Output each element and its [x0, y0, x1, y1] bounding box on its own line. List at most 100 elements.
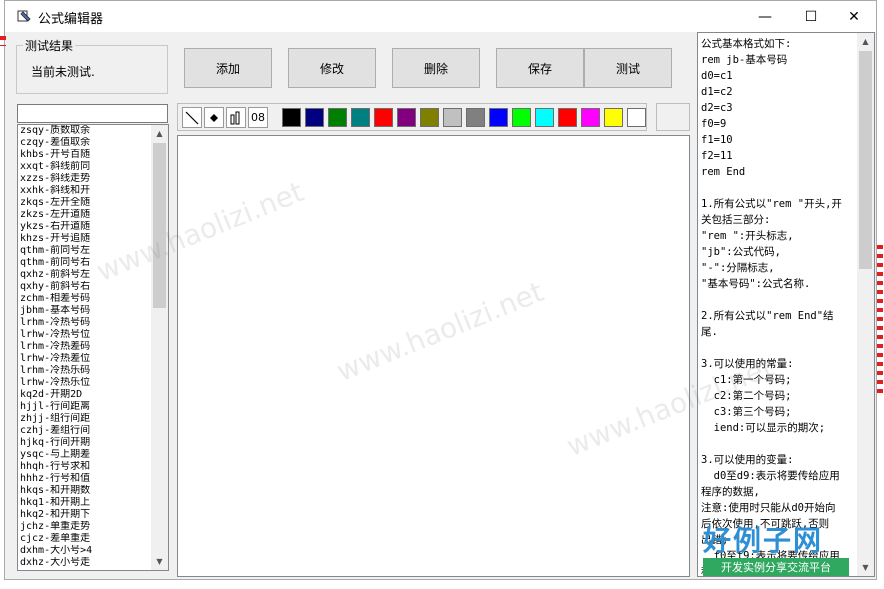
formula-list-item[interactable]: jbhm-基本号码	[20, 305, 150, 317]
number-tool[interactable]: 08	[248, 107, 268, 128]
formula-list-item[interactable]: ykzs-右开道随	[20, 221, 150, 233]
formula-list-item[interactable]: ysqc-与上期差	[20, 449, 150, 461]
color-swatch[interactable]	[397, 108, 416, 127]
scroll-thumb[interactable]	[153, 143, 166, 308]
help-line	[701, 436, 855, 452]
formula-list-item[interactable]: zhjj-组行间距	[20, 413, 150, 425]
formula-list-item[interactable]: cjcz-差单重走	[20, 533, 150, 545]
help-line: "rem ":开头标志,	[701, 230, 794, 242]
formula-list-item[interactable]: kq2d-开期2D	[20, 389, 150, 401]
formula-list-item[interactable]: dxhm-大小号>4	[20, 545, 150, 557]
help-line: f0=9	[701, 118, 727, 130]
add-button[interactable]: 添加	[184, 48, 272, 88]
color-swatch[interactable]	[420, 108, 439, 127]
help-text-panel[interactable]: 公式基本格式如下: rem jb-基本号码 d0=c1 d1=c2 d2=c3 f0=9 f…	[697, 32, 875, 577]
help-scroll-thumb[interactable]	[859, 51, 872, 269]
formula-list-item[interactable]: xzzs-斜线走势	[20, 173, 150, 185]
color-swatch[interactable]	[466, 108, 485, 127]
help-line: d0=c1	[701, 70, 733, 82]
formula-list-item[interactable]: jchz-单重走势	[20, 521, 150, 533]
formula-list-item[interactable]: qxhz-前斜号左	[20, 269, 150, 281]
formula-editor-window: 公式编辑器 — ☐ ✕ 测试结果 当前未测试. 添加 修改 删除 保存 测试 z…	[4, 0, 877, 580]
test-result-title: 测试结果	[23, 37, 76, 54]
delete-button[interactable]: 删除	[392, 48, 480, 88]
bar-tool-icon[interactable]	[226, 107, 246, 128]
formula-list-item[interactable]: khzs-开号追随	[20, 233, 150, 245]
scroll-up-icon[interactable]: ▲	[151, 125, 168, 142]
help-scroll-up-icon[interactable]: ▲	[857, 33, 874, 50]
color-swatch[interactable]	[627, 108, 646, 127]
formula-list-item[interactable]: qthm-前同号左	[20, 245, 150, 257]
formula-list-item[interactable]: zkzs-左开道随	[20, 209, 150, 221]
formula-list-item[interactable]: hkq2-和开期下	[20, 509, 150, 521]
help-line: rem End	[701, 166, 746, 178]
formula-list-item[interactable]: czqy-差值取余	[20, 137, 150, 149]
color-swatch[interactable]	[558, 108, 577, 127]
scroll-down-icon[interactable]: ▼	[151, 553, 168, 570]
help-line: 2.所有公式以"rem End"结	[701, 310, 834, 322]
formula-list-items: zsqy-质数取余 czqy-差值取余 khbs-开号百随 xxqt-斜线前同 xzzs…	[20, 125, 150, 569]
line-tool-icon[interactable]	[182, 107, 202, 128]
save-button[interactable]: 保存	[496, 48, 584, 88]
maximize-button[interactable]: ☐	[788, 1, 834, 32]
formula-list-item[interactable]: dxhz-大小号走	[20, 557, 150, 569]
help-line	[701, 180, 855, 196]
color-swatch[interactable]	[512, 108, 531, 127]
formula-list-scrollbar[interactable]: ▲ ▼	[151, 125, 168, 570]
help-line: iend:可以显示的期次;	[701, 422, 826, 434]
formula-list-item[interactable]: hkq1-和开期上	[20, 497, 150, 509]
formula-list-item[interactable]: lrhm-冷热乐码	[20, 365, 150, 377]
formula-search-input[interactable]	[17, 104, 168, 123]
color-swatch[interactable]	[535, 108, 554, 127]
formula-list-item[interactable]: khbs-开号百随	[20, 149, 150, 161]
help-line: c1:第一个号码;	[701, 374, 792, 386]
formula-list-item[interactable]: xxhk-斜线和开	[20, 185, 150, 197]
help-line: f1=10	[701, 134, 733, 146]
edit-button[interactable]: 修改	[288, 48, 376, 88]
formula-list-item[interactable]: lrhw-冷热号位	[20, 329, 150, 341]
color-swatch[interactable]	[328, 108, 347, 127]
test-button[interactable]: 测试	[584, 48, 672, 88]
formula-list-item[interactable]: hhhz-行号和值	[20, 473, 150, 485]
color-swatch[interactable]	[351, 108, 370, 127]
minimize-button[interactable]: —	[742, 1, 788, 32]
color-swatch[interactable]	[581, 108, 600, 127]
formula-list-item[interactable]: czhj-差组行间	[20, 425, 150, 437]
help-scrollbar[interactable]: ▲ ▼	[857, 33, 874, 576]
color-swatch[interactable]	[604, 108, 623, 127]
dot-tool-icon[interactable]	[204, 107, 224, 128]
help-scroll-down-icon[interactable]: ▼	[857, 559, 874, 576]
help-line: "基本号码":公式名称.	[701, 278, 811, 290]
formula-list-item[interactable]: hjjl-行间距离	[20, 401, 150, 413]
formula-list-item[interactable]: qxhy-前斜号右	[20, 281, 150, 293]
color-swatch[interactable]	[305, 108, 324, 127]
formula-list-item[interactable]: lrhm-冷热号码	[20, 317, 150, 329]
color-swatch[interactable]	[374, 108, 393, 127]
test-result-group: 测试结果 当前未测试.	[16, 37, 168, 94]
help-line	[701, 292, 855, 308]
site-logo: 好例子网 开发实例分享交流平台	[703, 519, 853, 579]
formula-list-item[interactable]: zkqs-左开全随	[20, 197, 150, 209]
current-color-box[interactable]	[656, 103, 690, 131]
color-swatch[interactable]	[282, 108, 301, 127]
help-line: c2:第二个号码;	[701, 390, 792, 402]
formula-list-item[interactable]: xxqt-斜线前同	[20, 161, 150, 173]
help-line: d0至d9:表示将要传给应用	[701, 470, 840, 482]
help-line: 公式基本格式如下:	[701, 38, 792, 50]
help-line: c3:第三个号码;	[701, 406, 792, 418]
formula-list-item[interactable]: lrhm-冷热差码	[20, 341, 150, 353]
formula-list-item[interactable]: hhqh-行号求和	[20, 461, 150, 473]
formula-editor-area[interactable]	[177, 135, 690, 577]
formula-list-item[interactable]: lrhw-冷热乐位	[20, 377, 150, 389]
formula-list-item[interactable]: zchm-相差号码	[20, 293, 150, 305]
formula-list-item[interactable]: qthm-前同号右	[20, 257, 150, 269]
color-swatch[interactable]	[489, 108, 508, 127]
formula-list[interactable]: zsqy-质数取余 czqy-差值取余 khbs-开号百随 xxqt-斜线前同 xzzs…	[17, 124, 169, 571]
color-swatch[interactable]	[443, 108, 462, 127]
help-line: d2=c3	[701, 102, 733, 114]
formula-list-item[interactable]: lrhw-冷热差位	[20, 353, 150, 365]
formula-list-item[interactable]: zsqy-质数取余	[20, 125, 150, 137]
formula-list-item[interactable]: hkqs-和开期数	[20, 485, 150, 497]
close-button[interactable]: ✕	[831, 1, 877, 32]
formula-list-item[interactable]: hjkq-行间开期	[20, 437, 150, 449]
